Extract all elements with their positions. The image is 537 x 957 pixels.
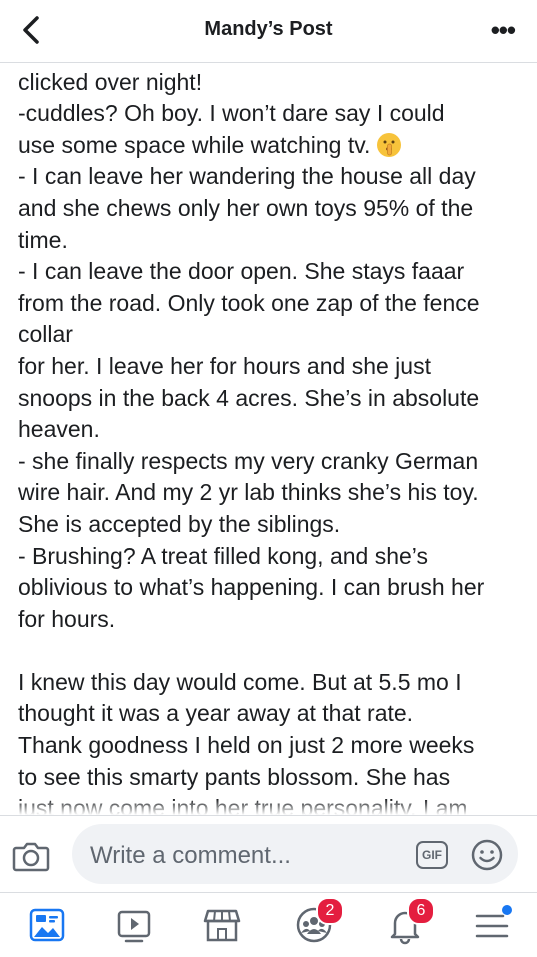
bottom-navigation: 2 6: [0, 892, 537, 957]
smiley-icon: [471, 839, 503, 871]
shushing-face-emoji: [377, 132, 402, 157]
post-text-line: - I can leave her wandering the house al…: [18, 163, 476, 190]
post-text-line: - she finally respects my very cranky Ge…: [18, 447, 479, 474]
comment-input[interactable]: Write a comment... GIF: [72, 824, 518, 884]
post-content: -within a day of the prong she basically…: [0, 63, 537, 815]
nav-news-feed[interactable]: [25, 903, 69, 947]
post-text-line: - Brushing? A treat filled kong, and she…: [18, 542, 429, 569]
post-text-line: heaven.: [18, 416, 100, 443]
camera-button[interactable]: [12, 839, 50, 873]
post-text-line: [18, 635, 525, 667]
menu-notification-dot: [502, 905, 512, 915]
post-text-line: wire hair. And my 2 yr lab thinks she’s …: [18, 479, 479, 506]
more-options-button[interactable]: •••: [491, 17, 516, 43]
gif-button[interactable]: GIF: [416, 841, 448, 869]
groups-badge: 2: [316, 897, 344, 925]
post-text-line: oblivious to what’s happening. I can bru…: [18, 574, 485, 601]
post-text-line: snoops in the back 4 acres. She’s in abs…: [18, 384, 480, 411]
post-text-line: I knew this day would come. But at 5.5 m…: [18, 668, 462, 695]
post-header: Mandy’s Post •••: [0, 0, 537, 63]
post-text-line: for hours.: [18, 605, 116, 632]
post-text-line: thought it was a year away at that rate.: [18, 700, 414, 727]
post-text-line: for her. I leave her for hours and she j…: [18, 352, 431, 379]
news-feed-icon: [29, 908, 65, 942]
post-text-line: collar: [18, 321, 73, 348]
camera-icon: [12, 842, 50, 872]
post-text-line: clicked over night!: [18, 68, 203, 95]
sticker-button[interactable]: [470, 838, 504, 872]
post-text-line: Thank goodness I held on just 2 more wee…: [18, 732, 475, 759]
post-text-line: use some space while watching tv.: [18, 130, 525, 162]
comment-bar: Write a comment... GIF: [0, 815, 537, 892]
nav-groups[interactable]: 2: [292, 897, 344, 947]
page-title: Mandy’s Post: [204, 18, 333, 40]
nav-watch[interactable]: [112, 903, 156, 947]
post-text-line: She is accepted by the siblings.: [18, 510, 341, 537]
post-text-line: -cuddles? Oh boy. I won’t dare say I cou…: [18, 100, 445, 127]
post-text-line: from the road. Only took one zap of the …: [18, 289, 480, 316]
marketplace-icon: [203, 909, 241, 942]
notifications-badge: 6: [407, 897, 435, 925]
nav-notifications[interactable]: 6: [383, 897, 435, 947]
scroll-fade: [0, 799, 537, 815]
ellipsis-icon: •••: [490, 15, 516, 45]
post-text: -within a day of the prong she basically…: [18, 63, 525, 815]
post-text-line: - I can leave the door open. She stays f…: [18, 258, 465, 285]
nav-menu[interactable]: [470, 903, 514, 947]
post-text-line: to see this smarty pants blossom. She ha…: [18, 763, 451, 790]
nav-marketplace[interactable]: [200, 903, 244, 947]
post-text-line: time.: [18, 226, 68, 253]
post-text-line: and she chews only her own toys 95% of t…: [18, 194, 474, 221]
watch-video-icon: [117, 910, 151, 943]
comment-placeholder: Write a comment...: [90, 842, 291, 869]
